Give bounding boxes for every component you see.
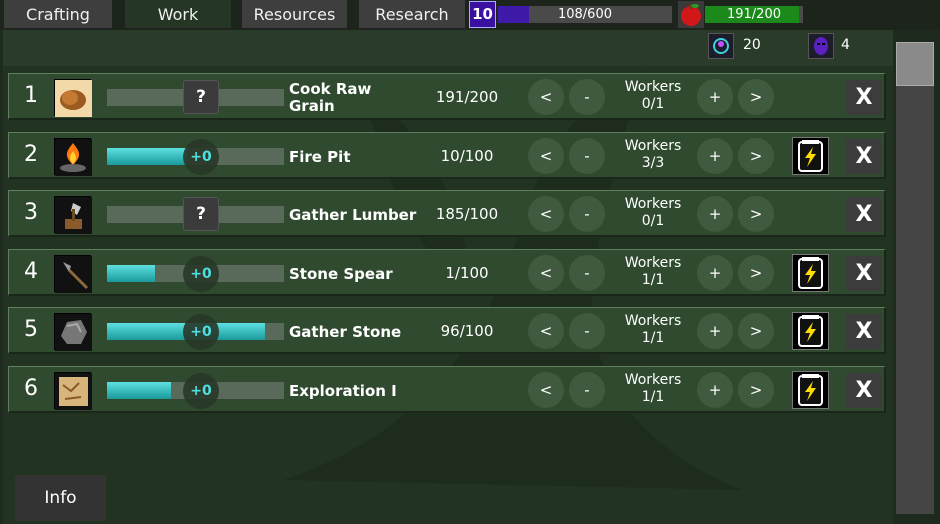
progress-rate: +0 (183, 314, 219, 350)
job-row: 6 +0 Exploration I < - Workers 1/1 + > X (8, 366, 886, 413)
scrollbar-track[interactable] (896, 42, 934, 514)
prev-button[interactable]: < (528, 138, 564, 174)
energy-boost-icon[interactable] (792, 137, 829, 175)
prev-button[interactable]: < (528, 313, 564, 349)
remove-job-button[interactable]: X (846, 197, 882, 232)
job-row: 1 ? Cook Raw Grain 191/200 < - Workers 0/… (8, 73, 886, 120)
job-count: 1/100 (445, 264, 489, 282)
stone-icon (54, 313, 92, 351)
villain-icon (808, 33, 834, 59)
job-count: 191/200 (435, 88, 499, 106)
workers-label: Workers 1/1 (624, 313, 682, 346)
job-name: Gather Lumber (289, 205, 417, 224)
villain-count: 4 (841, 37, 850, 53)
next-button[interactable]: > (738, 372, 774, 408)
add-worker-button[interactable]: + (697, 196, 733, 232)
energy-boost-icon[interactable] (792, 254, 829, 292)
job-name: Gather Stone (289, 322, 402, 341)
xp-text: 108/600 (557, 7, 612, 22)
job-count: 10/100 (440, 147, 494, 165)
energy-boost-icon[interactable] (792, 371, 829, 409)
job-number: 4 (24, 259, 38, 284)
remove-worker-button[interactable]: - (569, 313, 605, 349)
unknown-progress-button[interactable]: ? (183, 80, 219, 114)
prev-button[interactable]: < (528, 372, 564, 408)
workers-label: Workers 1/1 (624, 255, 682, 288)
fire-pit-icon (54, 138, 92, 176)
prev-button[interactable]: < (528, 79, 564, 115)
add-worker-button[interactable]: + (697, 79, 733, 115)
job-name: Fire Pit (289, 147, 351, 166)
job-row: 3 ? Gather Lumber 185/100 < - Workers 0/1… (8, 190, 886, 237)
top-bar: Crafting Work Resources Research 10 108/… (0, 0, 940, 30)
job-number: 5 (24, 317, 38, 342)
next-button[interactable]: > (738, 196, 774, 232)
job-name: Exploration I (289, 381, 397, 400)
population-icon (708, 33, 734, 59)
scrollbar-thumb[interactable] (896, 42, 934, 86)
remove-job-button[interactable]: X (846, 373, 882, 408)
job-progress-fill (107, 148, 187, 165)
next-button[interactable]: > (738, 255, 774, 291)
job-row: 4 +0 Stone Spear 1/100 < - Workers 1/1 + … (8, 249, 886, 296)
workers-label: Workers 0/1 (624, 196, 682, 229)
unknown-progress-button[interactable]: ? (183, 197, 219, 231)
food-text: 191/200 (726, 7, 781, 22)
spear-icon (54, 255, 92, 293)
job-row: 2 +0 Fire Pit 10/100 < - Workers 3/3 + > … (8, 132, 886, 179)
food-bar: 191/200 (705, 6, 803, 23)
remove-job-button[interactable]: X (846, 256, 882, 291)
map-scroll-icon (54, 372, 92, 410)
job-number: 3 (24, 200, 38, 225)
workers-label: Workers 0/1 (624, 79, 682, 112)
axe-stump-icon (54, 196, 92, 234)
add-worker-button[interactable]: + (697, 372, 733, 408)
level-badge: 10 (469, 1, 496, 28)
progress-rate: +0 (183, 373, 219, 409)
progress-rate: +0 (183, 256, 219, 292)
next-button[interactable]: > (738, 313, 774, 349)
job-count: 96/100 (440, 322, 494, 340)
job-count: 185/100 (435, 205, 499, 223)
remove-worker-button[interactable]: - (569, 255, 605, 291)
job-number: 2 (24, 142, 38, 167)
add-worker-button[interactable]: + (697, 138, 733, 174)
add-worker-button[interactable]: + (697, 255, 733, 291)
tab-resources[interactable]: Resources (242, 0, 347, 29)
tab-crafting[interactable]: Crafting (4, 0, 112, 29)
job-progress-fill (107, 382, 171, 399)
tab-work[interactable]: Work (125, 0, 231, 29)
bread-icon (54, 79, 92, 117)
job-name: Cook Raw Grain (289, 80, 372, 115)
remove-worker-button[interactable]: - (569, 79, 605, 115)
remove-worker-button[interactable]: - (569, 196, 605, 232)
job-progress-fill (107, 265, 155, 282)
xp-bar: 108/600 (498, 6, 672, 23)
prev-button[interactable]: < (528, 255, 564, 291)
population-count: 20 (743, 37, 761, 53)
tab-research[interactable]: Research (359, 0, 465, 29)
remove-job-button[interactable]: X (846, 314, 882, 349)
job-number: 6 (24, 376, 38, 401)
remove-worker-button[interactable]: - (569, 372, 605, 408)
remove-worker-button[interactable]: - (569, 138, 605, 174)
energy-boost-icon[interactable] (792, 312, 829, 350)
job-row: 5 +0 Gather Stone 96/100 < - Workers 1/1 … (8, 307, 886, 354)
job-number: 1 (24, 83, 38, 108)
apple-icon (678, 1, 704, 28)
remove-job-button[interactable]: X (846, 80, 882, 115)
workers-label: Workers 3/3 (624, 138, 682, 171)
prev-button[interactable]: < (528, 196, 564, 232)
workers-label: Workers 1/1 (624, 372, 682, 405)
job-name: Stone Spear (289, 264, 393, 283)
next-button[interactable]: > (738, 138, 774, 174)
add-worker-button[interactable]: + (697, 313, 733, 349)
remove-job-button[interactable]: X (846, 139, 882, 174)
info-button[interactable]: Info (15, 475, 106, 521)
next-button[interactable]: > (738, 79, 774, 115)
progress-rate: +0 (183, 139, 219, 175)
